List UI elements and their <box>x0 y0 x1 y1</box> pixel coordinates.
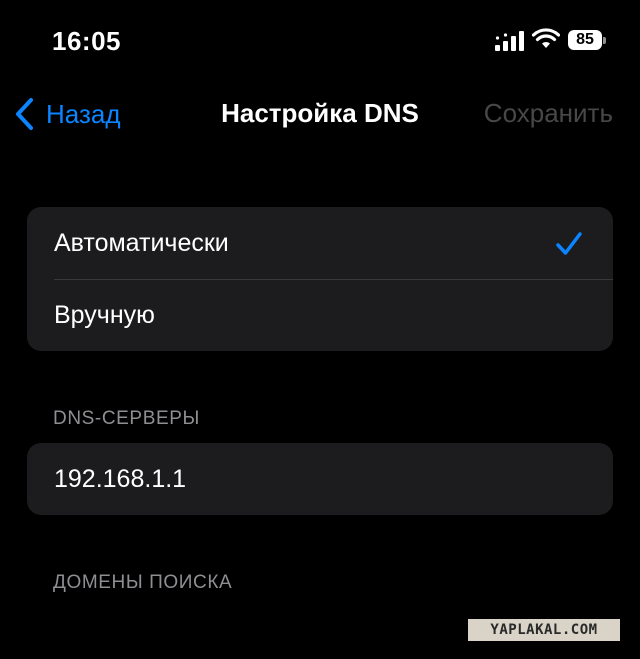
status-time: 16:05 <box>52 26 121 56</box>
back-button-label: Назад <box>46 98 121 129</box>
dns-server-value: 192.168.1.1 <box>54 464 187 493</box>
battery-level: 85 <box>568 30 602 50</box>
navigation-bar: Назад Настройка DNS Сохранить <box>0 86 640 142</box>
save-button[interactable]: Сохранить <box>484 98 613 129</box>
checkmark-icon <box>556 232 582 255</box>
dns-server-row[interactable]: 192.168.1.1 <box>27 443 613 515</box>
chevron-left-icon <box>16 98 33 130</box>
wifi-icon <box>532 28 560 48</box>
option-automatic-label: Автоматически <box>54 228 229 257</box>
dns-servers-header: DNS-СЕРВЕРЫ <box>53 408 200 429</box>
dns-servers-group: 192.168.1.1 <box>27 443 613 515</box>
status-bar: 16:05 85 <box>0 0 640 80</box>
battery-icon: 85 <box>568 29 608 51</box>
option-automatic[interactable]: Автоматически <box>27 207 613 279</box>
dns-mode-group: Автоматически Вручную <box>27 207 613 351</box>
back-button[interactable]: Назад <box>14 95 121 133</box>
battery-tip <box>603 36 606 44</box>
search-domains-header: ДОМЕНЫ ПОИСКА <box>53 572 233 593</box>
watermark: YAPLAKAL.COM <box>468 619 620 641</box>
option-manual-label: Вручную <box>54 300 155 329</box>
option-manual[interactable]: Вручную <box>27 279 613 351</box>
cell-signal-icon <box>495 31 524 51</box>
